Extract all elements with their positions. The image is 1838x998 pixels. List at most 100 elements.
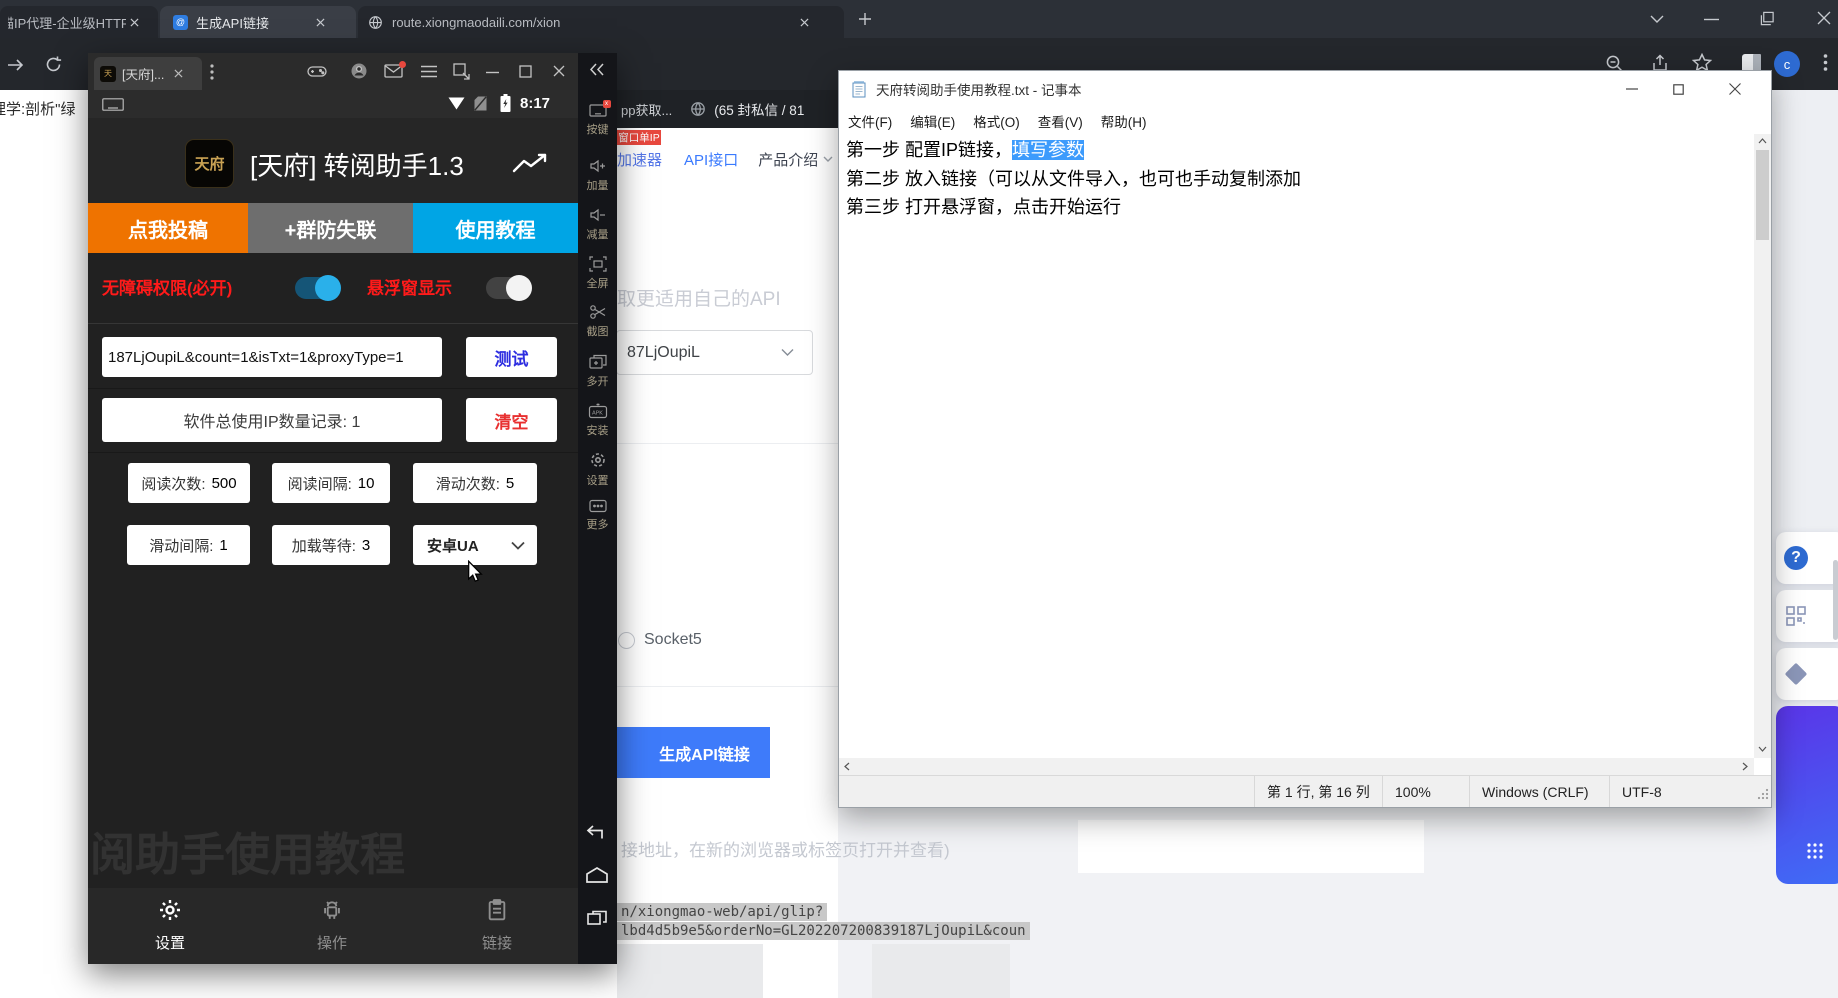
swipe-interval-field[interactable]: 滑动间隔: 1 [127,525,250,565]
browser-tab-2[interactable]: @ 生成API链接 [160,6,356,38]
close-window-button[interactable] [553,65,565,77]
notepad-titlebar[interactable]: 天府转阅助手使用教程.txt - 记事本 [839,71,1771,107]
page-scrollbar-thumb[interactable] [1833,560,1838,640]
svg-text:APK: APK [592,411,603,417]
forward-icon[interactable] [6,56,26,74]
app-icon-text: 天府 [194,153,224,174]
kebab-menu-icon[interactable] [210,64,214,80]
avatar[interactable]: c [1774,51,1800,77]
accessibility-toggle[interactable] [295,277,339,299]
tab-actions[interactable]: 操作 [300,898,364,953]
kebab-menu-icon[interactable] [1823,53,1828,72]
maximize-button[interactable] [1655,71,1701,107]
tab-settings[interactable]: 设置 [138,898,202,953]
desktop: 理学:剖析"绿 pp获取... (65 封私信 / 81 窗口单IP 加速器 A… [0,0,1838,998]
gamepad-icon[interactable] [307,63,327,79]
browser-tab-1[interactable]: 猫IP代理-企业级HTTP服务提供 [0,6,158,38]
sidebar-item-settings[interactable]: 设置 [578,451,617,488]
sidebar-item-multi-instance[interactable]: 多开 [578,354,617,389]
group-button[interactable]: +群防失联 [248,203,413,253]
generate-api-button[interactable]: 生成API链接 [615,727,770,778]
group-button-label: +群防失联 [285,214,377,243]
swipe-count-field[interactable]: 滑动次数: 5 [413,463,537,503]
nav-api[interactable]: API接口 [684,149,738,170]
hamburger-menu-icon[interactable] [420,65,438,78]
close-window-button[interactable] [1817,11,1831,25]
read-count-field[interactable]: 阅读次数: 500 [128,463,250,503]
order-dropdown[interactable]: 87LjOupiL [616,330,813,375]
account-icon[interactable] [350,62,368,80]
tab-favicon: @ [173,15,188,30]
notepad-text-area[interactable]: 第一步 配置IP链接，填写参数 第二步 放入链接（可以从文件导入，也可也手动复制… [839,134,1754,758]
globe-icon [690,101,706,117]
wifi-icon [448,97,465,115]
minimize-button[interactable] [486,71,499,74]
clear-button[interactable]: 清空 [466,398,557,442]
sidebar-item-screenshot[interactable]: 截图 [578,304,617,339]
test-button[interactable]: 测试 [466,337,557,377]
qr-widget[interactable] [1776,590,1838,642]
sidebar-item-install-apk[interactable]: APK 安装 [578,403,617,438]
android-back-button[interactable] [586,825,608,841]
close-icon[interactable] [800,18,809,27]
nav-products[interactable]: 产品介绍 [758,149,818,170]
menu-help[interactable]: 帮助(H) [1092,111,1156,131]
mail-icon[interactable] [384,64,403,78]
browser-tab-3[interactable]: route.xiongmaodaili.com/xion [358,6,844,38]
load-wait-field[interactable]: 加载等待: 3 [272,525,390,565]
close-window-button[interactable] [1701,71,1769,107]
service-widget[interactable] [1776,648,1838,700]
horizontal-scrollbar[interactable] [839,758,1754,775]
notepad-menubar: 文件(F) 编辑(E) 格式(O) 查看(V) 帮助(H) [839,107,1771,134]
menu-format[interactable]: 格式(O) [964,111,1029,131]
help-widget[interactable]: ? [1776,532,1838,584]
tab-search-icon[interactable] [1650,14,1664,24]
tutorial-button[interactable]: 使用教程 [413,203,578,253]
new-tab-button[interactable] [858,12,872,26]
background-tab-title[interactable]: pp获取... [621,100,672,119]
nav-accelerator[interactable]: 加速器 [617,149,662,170]
api-link-input[interactable]: 187LjOupiL&count=1&isTxt=1&proxyType=1 [102,337,442,377]
resize-grip[interactable] [1757,787,1769,805]
open-link-hint: 接地址，在新的浏览器或标签页打开并查看) [621,836,1021,861]
float-window-toggle[interactable] [486,277,530,299]
sidebar-item-more[interactable]: 更多 [578,499,617,532]
socket5-option[interactable]: Socket5 [618,630,702,650]
promo-panel[interactable] [1776,706,1838,884]
maximize-button[interactable] [519,65,532,78]
menu-edit[interactable]: 编辑(E) [901,111,964,131]
emulator-tab[interactable]: 天 [天府]... [94,57,202,90]
submit-button[interactable]: 点我投稿 [88,203,248,253]
background-tab-title2[interactable]: (65 封私信 / 81 [714,99,804,119]
close-icon[interactable] [316,18,325,27]
notepad-status-bar: 第 1 行, 第 16 列 100% Windows (CRLF) UTF-8 [839,775,1771,807]
sidebar-item-fullscreen[interactable]: 全屏 [578,256,617,291]
sidebar-item-volume-up[interactable]: 加量 [578,158,617,193]
tab-settings-label: 设置 [138,932,202,953]
collapse-sidebar-icon[interactable] [588,63,605,76]
tab-links[interactable]: 链接 [465,898,529,953]
maximize-button[interactable] [1760,11,1775,26]
scroll-down-icon[interactable] [1758,746,1767,752]
scroll-up-icon[interactable] [1758,138,1767,144]
scroll-right-icon[interactable] [1742,762,1748,771]
resize-capture-icon[interactable] [453,63,470,80]
scroll-left-icon[interactable] [844,762,850,771]
android-home-button[interactable] [585,866,609,884]
reload-icon[interactable] [44,55,63,74]
ua-dropdown[interactable]: 安卓UA [413,525,537,565]
menu-view[interactable]: 查看(V) [1029,111,1092,131]
android-recents-button[interactable] [587,910,607,928]
read-interval-field[interactable]: 阅读间隔: 10 [272,463,390,503]
sidebar-item-volume-down[interactable]: 减量 [578,207,617,242]
scrollbar-thumb[interactable] [1756,150,1769,240]
menu-file[interactable]: 文件(F) [839,111,901,131]
minimize-button[interactable] [1609,71,1655,107]
close-icon[interactable] [130,18,139,27]
close-icon[interactable] [174,69,183,78]
chart-line-icon[interactable] [512,151,548,175]
float-window-label: 悬浮窗显示 [367,274,452,299]
minimize-button[interactable] [1704,18,1719,21]
vertical-scrollbar[interactable] [1754,134,1771,758]
sidebar-item-keymap[interactable]: x 按键 [578,103,617,137]
